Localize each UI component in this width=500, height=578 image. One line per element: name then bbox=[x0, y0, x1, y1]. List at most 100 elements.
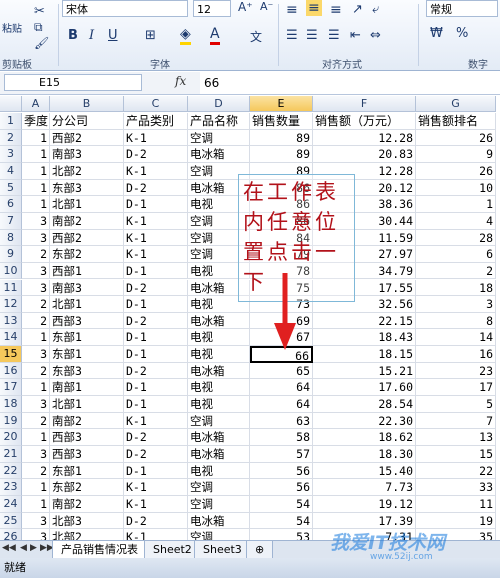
number-format-select[interactable]: 常规 bbox=[426, 0, 498, 17]
sheet-tab-sheet2[interactable]: Sheet2 bbox=[144, 541, 201, 559]
row-header-13[interactable]: 13 bbox=[0, 312, 22, 330]
fill-color-icon[interactable]: ◈ bbox=[180, 26, 191, 45]
wrap-text-icon[interactable]: ⤶ bbox=[372, 2, 379, 17]
table-cell[interactable]: 1 bbox=[22, 146, 50, 163]
header-cell[interactable]: 销售额（万元） bbox=[313, 113, 416, 130]
table-cell[interactable]: 电冰箱 bbox=[188, 312, 250, 330]
table-cell[interactable]: D-1 bbox=[124, 379, 188, 397]
table-cell[interactable]: 西部3 bbox=[50, 312, 124, 330]
table-cell[interactable]: 64 bbox=[250, 396, 313, 413]
table-cell[interactable]: 28 bbox=[416, 229, 496, 247]
table-cell[interactable]: 南部3 bbox=[50, 146, 124, 163]
row-header-23[interactable]: 23 bbox=[0, 479, 22, 496]
table-cell[interactable]: 东部1 bbox=[50, 462, 124, 480]
table-cell[interactable]: 2 bbox=[22, 296, 50, 313]
table-cell[interactable]: 2 bbox=[416, 262, 496, 280]
table-cell[interactable]: 23 bbox=[416, 362, 496, 380]
row-header-6[interactable]: 6 bbox=[0, 196, 22, 213]
table-cell[interactable]: D-2 bbox=[124, 362, 188, 380]
align-middle-icon[interactable]: ≡ bbox=[306, 0, 322, 16]
table-cell[interactable]: 8 bbox=[416, 312, 496, 330]
table-cell[interactable]: 电冰箱 bbox=[188, 146, 250, 163]
table-cell[interactable]: 5 bbox=[416, 396, 496, 413]
table-cell[interactable]: 15 bbox=[416, 446, 496, 463]
table-cell[interactable]: 3 bbox=[416, 296, 496, 313]
table-cell[interactable]: 电视 bbox=[188, 462, 250, 480]
select-all-corner[interactable] bbox=[0, 96, 22, 112]
table-cell[interactable]: 南部2 bbox=[50, 495, 124, 513]
table-cell[interactable]: 北部1 bbox=[50, 296, 124, 313]
table-cell[interactable]: 2 bbox=[22, 312, 50, 330]
table-cell[interactable]: 东部3 bbox=[50, 362, 124, 380]
sheet-tab-sheet3[interactable]: Sheet3 bbox=[194, 541, 251, 559]
row-header-14[interactable]: 14 bbox=[0, 329, 22, 347]
row-header-3[interactable]: 3 bbox=[0, 146, 22, 163]
table-cell[interactable]: 18.43 bbox=[313, 329, 416, 347]
table-cell[interactable]: 3 bbox=[22, 229, 50, 247]
table-cell[interactable]: 28.54 bbox=[313, 396, 416, 413]
table-cell[interactable]: 89 bbox=[250, 146, 313, 163]
row-header-19[interactable]: 19 bbox=[0, 412, 22, 430]
format-painter-icon[interactable]: 🖌 bbox=[34, 36, 49, 50]
underline-button[interactable]: U bbox=[108, 28, 118, 43]
sheet-tab-active[interactable]: 产品销售情况表 bbox=[52, 541, 147, 559]
table-cell[interactable]: D-1 bbox=[124, 462, 188, 480]
table-cell[interactable]: 南部2 bbox=[50, 412, 124, 430]
table-cell[interactable]: K-1 bbox=[124, 212, 188, 230]
table-cell[interactable]: 电视 bbox=[188, 346, 250, 363]
table-cell[interactable]: 1 bbox=[22, 196, 50, 213]
table-cell[interactable]: 电视 bbox=[188, 329, 250, 347]
table-cell[interactable]: 10 bbox=[416, 179, 496, 197]
table-cell[interactable]: 2 bbox=[22, 246, 50, 263]
table-cell[interactable]: D-1 bbox=[124, 262, 188, 280]
row-header-20[interactable]: 20 bbox=[0, 429, 22, 446]
table-cell[interactable]: 9 bbox=[416, 146, 496, 163]
row-header-1[interactable]: 1 bbox=[0, 113, 22, 130]
table-cell[interactable]: D-2 bbox=[124, 312, 188, 330]
column-header-b[interactable]: B bbox=[50, 96, 124, 112]
table-cell[interactable]: 南部2 bbox=[50, 212, 124, 230]
table-cell[interactable]: 东部1 bbox=[50, 346, 124, 363]
row-header-2[interactable]: 2 bbox=[0, 129, 22, 147]
table-cell[interactable]: 西部3 bbox=[50, 429, 124, 446]
bold-button[interactable]: B bbox=[68, 28, 78, 43]
table-cell[interactable]: 3 bbox=[22, 212, 50, 230]
table-cell[interactable]: 19 bbox=[416, 512, 496, 530]
table-cell[interactable]: 1 bbox=[416, 196, 496, 213]
grow-font-icon[interactable]: A⁺ bbox=[238, 0, 253, 14]
table-cell[interactable]: K-1 bbox=[124, 129, 188, 147]
align-right-icon[interactable]: ☰ bbox=[328, 28, 340, 43]
table-cell[interactable]: K-1 bbox=[124, 229, 188, 247]
table-cell[interactable]: 54 bbox=[250, 495, 313, 513]
header-cell[interactable]: 产品名称 bbox=[188, 113, 250, 130]
percent-button[interactable]: % bbox=[456, 26, 468, 41]
table-cell[interactable]: 空调 bbox=[188, 129, 250, 147]
column-header-d[interactable]: D bbox=[188, 96, 250, 112]
tab-scroll-prev-icon[interactable]: ◀ bbox=[20, 543, 27, 553]
table-cell[interactable]: D-1 bbox=[124, 196, 188, 213]
table-cell[interactable]: 南部1 bbox=[50, 379, 124, 397]
header-cell[interactable]: 季度 bbox=[22, 113, 50, 130]
table-cell[interactable]: D-1 bbox=[124, 329, 188, 347]
cut-icon[interactable]: ✂ bbox=[34, 4, 45, 19]
font-size-select[interactable]: 12 bbox=[193, 0, 231, 17]
row-header-21[interactable]: 21 bbox=[0, 446, 22, 463]
table-cell[interactable]: 4 bbox=[416, 212, 496, 230]
row-header-17[interactable]: 17 bbox=[0, 379, 22, 397]
formula-input[interactable]: 66 bbox=[200, 72, 500, 94]
table-cell[interactable]: 东部3 bbox=[50, 179, 124, 197]
currency-icon[interactable]: ₩ bbox=[430, 26, 443, 41]
table-cell[interactable]: 东部2 bbox=[50, 246, 124, 263]
table-cell[interactable]: D-2 bbox=[124, 446, 188, 463]
table-cell[interactable]: D-1 bbox=[124, 346, 188, 363]
column-header-e[interactable]: E bbox=[250, 96, 313, 112]
tab-scroll-next-icon[interactable]: ▶ bbox=[30, 543, 37, 553]
indent-decrease-icon[interactable]: ⇤ bbox=[350, 28, 361, 43]
table-cell[interactable]: 3 bbox=[22, 396, 50, 413]
table-cell[interactable]: 15.21 bbox=[313, 362, 416, 380]
border-icon[interactable]: ⊞ bbox=[145, 28, 156, 43]
table-cell[interactable]: 2 bbox=[22, 462, 50, 480]
row-header-12[interactable]: 12 bbox=[0, 296, 22, 313]
table-cell[interactable]: 1 bbox=[22, 495, 50, 513]
table-cell[interactable]: 1 bbox=[22, 162, 50, 180]
